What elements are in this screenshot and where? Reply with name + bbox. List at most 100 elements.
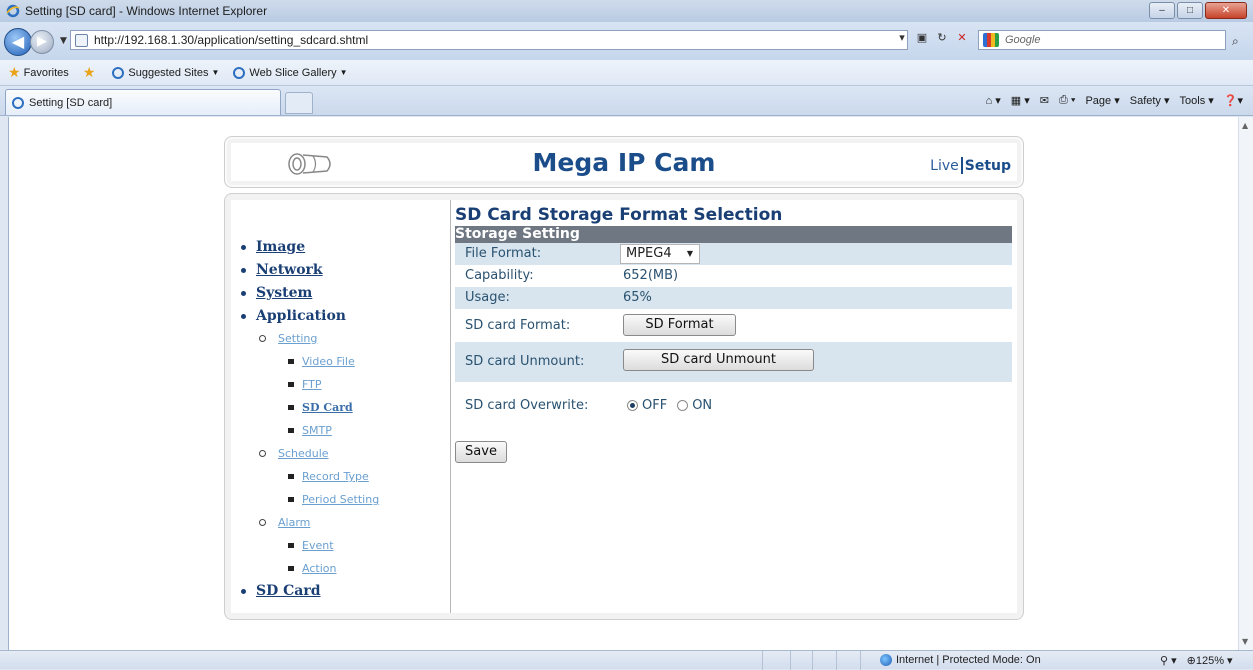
- bullet-icon: [241, 588, 246, 594]
- square-bullet-icon: [288, 428, 294, 433]
- sidebar-item-label[interactable]: Setting: [278, 332, 317, 345]
- address-bar[interactable]: http://192.168.1.30/application/setting_…: [70, 30, 908, 50]
- sidebar-item-video-file[interactable]: Video File: [288, 355, 355, 368]
- usage-label: Usage:: [465, 290, 510, 305]
- square-bullet-icon: [288, 543, 294, 548]
- sidebar-item-label[interactable]: Event: [302, 539, 334, 552]
- address-dropdown-icon[interactable]: ▾: [895, 31, 909, 44]
- sidebar-item-label[interactable]: Period Setting: [302, 493, 379, 506]
- back-button[interactable]: ◀: [4, 28, 32, 56]
- mail-icon[interactable]: ✉: [1040, 94, 1049, 107]
- sidebar-item-system[interactable]: System: [241, 285, 312, 301]
- search-box[interactable]: Google: [978, 30, 1226, 50]
- file-format-select[interactable]: MPEG4 ▼: [620, 244, 700, 264]
- add-favorites-icon[interactable]: ★: [83, 64, 99, 81]
- circle-bullet-icon: [259, 335, 266, 342]
- sidebar-item-network[interactable]: Network: [241, 262, 323, 278]
- scroll-down-icon[interactable]: ▼: [1242, 637, 1248, 646]
- vertical-scrollbar[interactable]: ▲ ▼: [1238, 117, 1253, 650]
- tab-title: Setting [SD card]: [29, 96, 113, 109]
- chevron-down-icon: ▼: [686, 249, 693, 258]
- overwrite-off-radio[interactable]: [627, 400, 638, 411]
- sidebar-item-event[interactable]: Event: [288, 539, 334, 552]
- refresh-icon[interactable]: ↻: [935, 31, 949, 44]
- save-button[interactable]: Save: [455, 441, 507, 463]
- security-zone[interactable]: Internet | Protected Mode: On: [880, 654, 1041, 666]
- bullet-icon: [241, 313, 246, 319]
- sidebar-divider: [450, 200, 451, 613]
- sidebar-item-image[interactable]: Image: [241, 239, 305, 255]
- overwrite-on-radio[interactable]: [677, 400, 689, 411]
- bullet-icon: [241, 244, 246, 250]
- minimize-button[interactable]: –: [1149, 2, 1175, 19]
- favorites-bar: ★ Favorites ★ Suggested Sites ▼ Web Slice…: [0, 60, 1253, 86]
- favorites-label: Favorites: [23, 66, 69, 79]
- page-menu[interactable]: Page ▾: [1085, 94, 1119, 107]
- ie-logo-icon: [6, 4, 20, 18]
- sidebar-item-label[interactable]: Action: [302, 562, 336, 575]
- globe-icon: [880, 654, 892, 666]
- page-icon: [75, 33, 88, 47]
- sd-unmount-button[interactable]: SD card Unmount: [623, 349, 814, 371]
- sidebar-item-label[interactable]: Video File: [302, 355, 355, 368]
- square-bullet-icon: [288, 359, 294, 364]
- scroll-up-icon[interactable]: ▲: [1242, 121, 1248, 130]
- capability-row: Capability: 652(MB): [455, 265, 1012, 287]
- feeds-icon[interactable]: ▦ ▾: [1011, 94, 1030, 107]
- sidebar-item-sd-card[interactable]: SD Card: [241, 583, 321, 599]
- setup-link[interactable]: Setup: [965, 158, 1011, 174]
- status-divider: [812, 651, 813, 670]
- search-icon[interactable]: ⌕: [1232, 34, 1239, 49]
- sidebar-item-alarm[interactable]: Alarm: [259, 516, 310, 529]
- square-bullet-icon: [288, 382, 294, 387]
- home-icon[interactable]: ⌂ ▾: [986, 94, 1001, 107]
- security-zone-label: Internet | Protected Mode: On: [896, 654, 1041, 666]
- recent-pages-chevron-icon[interactable]: ▼: [60, 36, 67, 46]
- sidebar-item-label[interactable]: Image: [256, 239, 305, 255]
- new-tab-button[interactable]: [285, 92, 313, 114]
- sidebar-item-record-type[interactable]: Record Type: [288, 470, 369, 483]
- compatibility-view-icon[interactable]: ▣: [915, 31, 929, 44]
- sidebar-item-ftp[interactable]: FTP: [288, 378, 322, 391]
- status-divider: [860, 651, 861, 670]
- close-button[interactable]: ✕: [1205, 2, 1247, 19]
- sidebar-item-label: Application: [256, 308, 346, 324]
- sidebar-item-label[interactable]: SMTP: [302, 424, 332, 437]
- zoom-control[interactable]: ⊕125% ▾: [1187, 654, 1233, 667]
- sidebar-item-label[interactable]: SD Card: [302, 401, 353, 414]
- page-title: SD Card Storage Format Selection: [455, 205, 783, 225]
- sd-format-button[interactable]: SD Format: [623, 314, 736, 336]
- overwrite-off-label[interactable]: OFF: [642, 398, 667, 413]
- sidebar-item-smtp[interactable]: SMTP: [288, 424, 332, 437]
- sidebar-item-schedule[interactable]: Schedule: [259, 447, 329, 460]
- live-link[interactable]: Live: [930, 158, 959, 174]
- fav-item-web-slice-gallery[interactable]: Web Slice Gallery ▼: [233, 66, 348, 79]
- tab-setting-sd-card[interactable]: Setting [SD card]: [5, 89, 281, 115]
- safety-menu[interactable]: Safety ▾: [1130, 94, 1170, 107]
- protected-mode-icon[interactable]: ⚲ ▾: [1160, 654, 1177, 667]
- tools-menu[interactable]: Tools ▾: [1180, 94, 1214, 107]
- forward-button[interactable]: ▶: [30, 30, 54, 54]
- overwrite-on-label[interactable]: ON: [692, 398, 712, 413]
- sidebar-item-period-setting[interactable]: Period Setting: [288, 493, 379, 506]
- sidebar-item-label[interactable]: Network: [256, 262, 323, 278]
- circle-bullet-icon: [259, 450, 266, 457]
- sidebar-item-setting[interactable]: Setting: [259, 332, 317, 345]
- sidebar-item-label[interactable]: Record Type: [302, 470, 369, 483]
- favorites-button[interactable]: ★ Favorites: [8, 64, 69, 81]
- maximize-button[interactable]: □: [1177, 2, 1203, 19]
- sidebar-item-action[interactable]: Action: [288, 562, 336, 575]
- search-placeholder: Google: [1005, 34, 1041, 46]
- help-icon[interactable]: ❓▾: [1224, 94, 1243, 107]
- usage-row: Usage: 65%: [455, 287, 1012, 309]
- sidebar-item-sd-card-current[interactable]: SD Card: [288, 401, 353, 414]
- square-bullet-icon: [288, 566, 294, 571]
- fav-item-suggested-sites[interactable]: Suggested Sites ▼: [112, 66, 219, 79]
- print-icon[interactable]: ⎙ ▾: [1059, 94, 1075, 107]
- sidebar-item-label[interactable]: Alarm: [278, 516, 310, 529]
- stop-icon[interactable]: ✕: [955, 31, 969, 44]
- sidebar-item-label[interactable]: Schedule: [278, 447, 329, 460]
- sidebar-item-label[interactable]: SD Card: [256, 583, 321, 599]
- sidebar-item-label[interactable]: System: [256, 285, 312, 301]
- sidebar-item-label[interactable]: FTP: [302, 378, 322, 391]
